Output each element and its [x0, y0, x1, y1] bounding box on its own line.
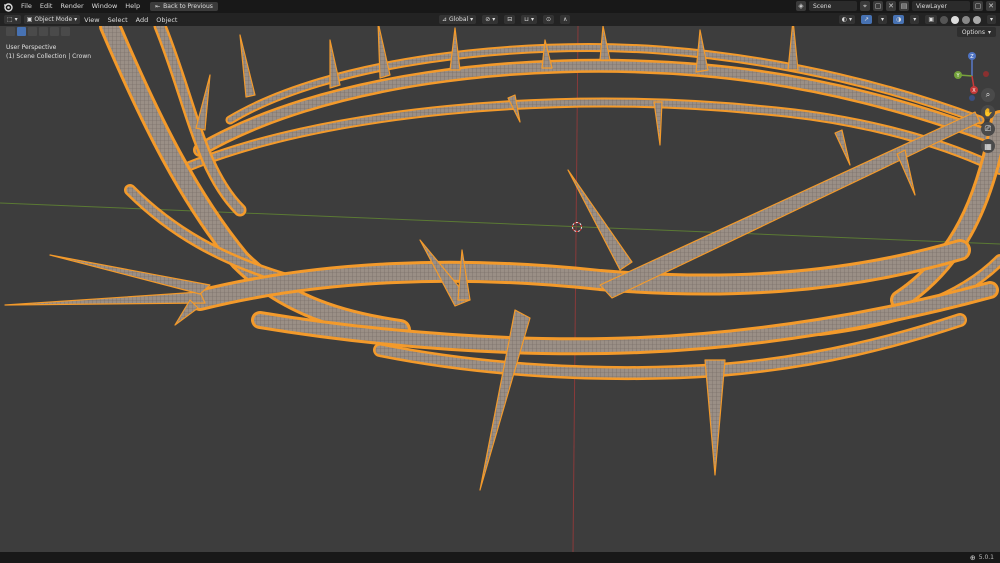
overlay-toggle[interactable]: ◑: [893, 15, 905, 24]
proportional-icon: ⊙: [545, 16, 551, 23]
snap-target-icon: ⊔: [524, 16, 529, 23]
gizmo-toggle[interactable]: ↗: [861, 15, 873, 24]
visibility-icon: ◐: [841, 16, 847, 23]
proportional-falloff-dropdown[interactable]: ∧: [560, 15, 571, 24]
snap-dropdown[interactable]: ⊔ ▾: [521, 15, 537, 24]
svg-text:X: X: [972, 88, 976, 94]
material-shading-icon[interactable]: [961, 15, 970, 24]
rendered-shading-icon[interactable]: [972, 15, 981, 24]
select-intersect-icon[interactable]: [61, 27, 70, 36]
camera-icon[interactable]: ⎚: [981, 122, 995, 136]
transform-controls: ⊿ Global ▾ ⊘ ▾ ⊟ ⊔ ▾ ⊙ ∧: [436, 15, 571, 24]
scene-new-icon[interactable]: ▢: [873, 1, 883, 11]
menu-view[interactable]: View: [80, 16, 103, 24]
crown-of-thorns-mesh[interactable]: [0, 26, 1000, 552]
svg-text:Z: Z: [970, 54, 974, 60]
overlay-dropdown[interactable]: ▾: [910, 15, 920, 24]
snap-toggle[interactable]: ⊟: [504, 15, 516, 24]
top-menu-bar: File Edit Render Window Help ⇤ Back to P…: [0, 0, 1000, 13]
gizmo-icon: ↗: [864, 16, 870, 23]
blender-logo-icon[interactable]: [3, 2, 13, 12]
zoom-icon[interactable]: ⌕: [981, 88, 995, 102]
options-dropdown[interactable]: Options ▾: [956, 27, 996, 37]
editor-type-icon: ⬚: [7, 16, 13, 23]
pin-icon[interactable]: ⌖: [860, 1, 870, 11]
editor-type-dropdown[interactable]: ⬚ ▾: [4, 15, 21, 24]
scene-icon[interactable]: ◈: [796, 1, 806, 11]
visibility-dropdown[interactable]: ◐ ▾: [838, 15, 855, 24]
transform-orientation-icon: ⊿: [442, 16, 448, 23]
select-new-icon[interactable]: [17, 27, 26, 36]
xray-toggle[interactable]: ▣: [925, 15, 937, 24]
viewport-header: ⬚ ▾ ▣ Object Mode ▾ View Select Add Object…: [0, 13, 1000, 26]
version-label: 5.0.1: [978, 554, 994, 561]
select-subtract-icon[interactable]: [39, 27, 48, 36]
menu-object[interactable]: Object: [152, 16, 181, 24]
3d-viewport[interactable]: User Perspective (1) Scene Collection | …: [0, 26, 1000, 552]
back-to-previous-label: Back to Previous: [163, 3, 213, 10]
proportional-toggle[interactable]: ⊙: [542, 15, 554, 24]
menu-file[interactable]: File: [17, 0, 36, 13]
shading-dropdown[interactable]: ▾: [986, 15, 996, 24]
pivot-icon: ⊘: [485, 16, 491, 23]
perspective-label: User Perspective: [6, 44, 57, 51]
hand-icon[interactable]: ✋: [981, 105, 995, 119]
transform-orientation-dropdown[interactable]: ⊿ Global ▾: [439, 15, 477, 24]
menu-select[interactable]: Select: [104, 16, 132, 24]
xray-icon: ▣: [928, 16, 934, 23]
falloff-icon: ∧: [563, 16, 568, 23]
menu-help[interactable]: Help: [121, 0, 144, 13]
grid-icon[interactable]: ▦: [981, 139, 995, 153]
view-layer-new-icon[interactable]: ▢: [973, 1, 983, 11]
menu-add[interactable]: Add: [132, 16, 153, 24]
snap-icon: ⊟: [507, 16, 513, 23]
view-layer-icon[interactable]: ▤: [899, 1, 909, 11]
view-layer-field[interactable]: ViewLayer: [912, 1, 970, 11]
back-icon: ⇤: [155, 3, 161, 10]
mode-dropdown[interactable]: ▣ Object Mode ▾: [23, 15, 81, 24]
menu-window[interactable]: Window: [88, 0, 122, 13]
top-right-controls: ◈ Scene ⌖ ▢ ✕ ▤ ViewLayer ▢ ✕: [796, 1, 996, 11]
wireframe-shading-icon[interactable]: [939, 15, 948, 24]
tool-toggle-icon[interactable]: [6, 27, 15, 36]
solid-shading-icon[interactable]: [950, 15, 959, 24]
object-mode-icon: ▣: [26, 16, 33, 23]
scene-field[interactable]: Scene: [809, 1, 857, 11]
overlay-icon: ◑: [896, 16, 902, 23]
pivot-dropdown[interactable]: ⊘ ▾: [482, 15, 499, 24]
select-invert-icon[interactable]: [50, 27, 59, 36]
status-bar: ⊕ 5.0.1: [0, 552, 1000, 563]
blender-window: File Edit Render Window Help ⇤ Back to P…: [0, 0, 1000, 563]
crown-back-branches: [175, 43, 1000, 175]
view-layer-delete-icon[interactable]: ✕: [986, 1, 996, 11]
globe-icon: ⊕: [969, 553, 976, 562]
selection-mode-toolbar: [6, 27, 70, 36]
menu-render[interactable]: Render: [56, 0, 87, 13]
scene-delete-icon[interactable]: ✕: [886, 1, 896, 11]
collection-label: (1) Scene Collection | Crown: [6, 53, 92, 60]
back-to-previous-button[interactable]: ⇤ Back to Previous: [150, 2, 218, 11]
menu-edit[interactable]: Edit: [36, 0, 57, 13]
viewport-display-controls: ◐ ▾ ↗ ▾ ◑ ▾ ▣ ▾: [836, 15, 996, 24]
gizmo-dropdown[interactable]: ▾: [878, 15, 888, 24]
select-extend-icon[interactable]: [28, 27, 37, 36]
